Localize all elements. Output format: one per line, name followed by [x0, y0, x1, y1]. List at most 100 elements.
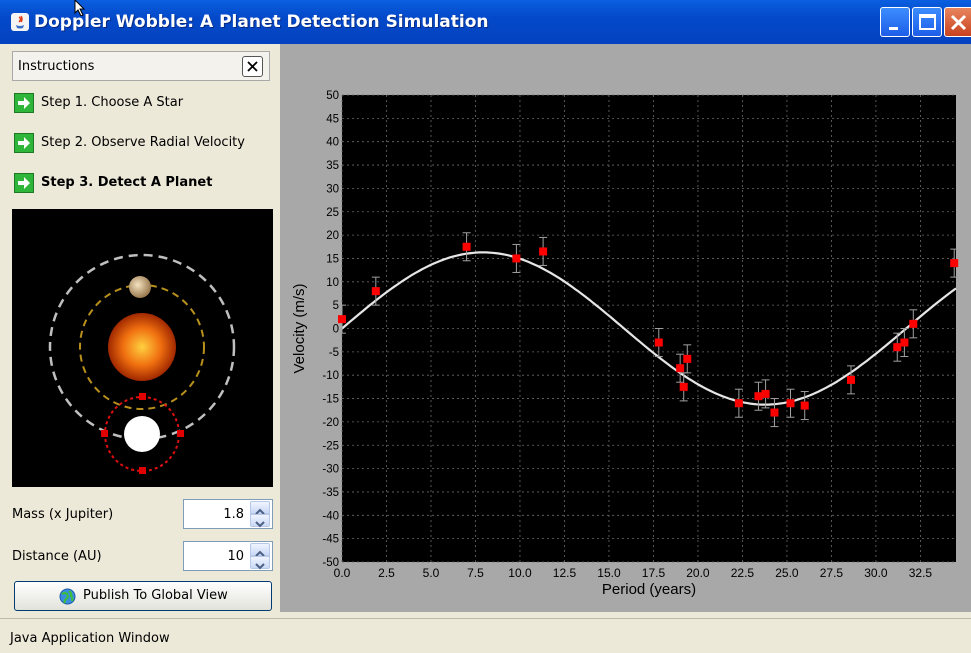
star-icon [108, 313, 176, 381]
y-tick-label: -40 [322, 510, 339, 522]
data-point [761, 389, 770, 398]
window-titlebar: Doppler Wobble: A Planet Detection Simul… [0, 0, 971, 44]
y-tick-label: 15 [326, 253, 339, 265]
data-point [846, 375, 855, 384]
mass-value[interactable]: 1.8 [223, 507, 244, 522]
x-tick-label: 25.0 [775, 566, 799, 580]
mass-spinner-arrows [250, 501, 270, 528]
main-content: Instructions Step 1. Choose A Star Step … [0, 44, 971, 618]
mass-spinner[interactable]: 1.8 [183, 499, 273, 529]
x-tick-label: 10.0 [508, 566, 532, 580]
step-arrow-icon [14, 93, 34, 113]
data-point [676, 364, 685, 373]
x-tick-label: 7.5 [467, 566, 484, 580]
velocity-chart[interactable]: 50454035302520151050-5-10-15-20-25-30-35… [280, 44, 971, 612]
handle-left[interactable] [101, 430, 108, 437]
data-point [950, 259, 959, 268]
y-tick-label: -10 [322, 370, 339, 382]
handle-bottom[interactable] [139, 467, 146, 474]
mouse-cursor-icon [74, 0, 90, 20]
minimize-icon[interactable] [880, 7, 910, 37]
java-icon [11, 13, 29, 31]
close-icon [247, 61, 258, 72]
y-tick-label: 20 [326, 230, 339, 242]
x-axis-label: Period (years) [602, 581, 696, 598]
y-tick-label: 30 [326, 183, 339, 195]
distance-spinner[interactable]: 10 [183, 541, 273, 571]
data-point [338, 315, 346, 324]
y-tick-label: -45 [322, 534, 339, 546]
y-tick-label: 45 [326, 113, 339, 125]
y-tick-label: 0 [333, 324, 339, 336]
maximize-icon[interactable] [912, 7, 942, 37]
distance-label: Distance (AU) [12, 549, 102, 564]
y-tick-label: -15 [322, 394, 339, 406]
data-point [539, 247, 548, 256]
spin-up-icon[interactable] [250, 543, 270, 557]
y-axis-label: Velocity (m/s) [291, 283, 308, 373]
y-tick-label: 25 [326, 207, 339, 219]
instructions-label: Instructions [18, 59, 95, 74]
y-tick-label: -35 [322, 487, 339, 499]
control-panel: Instructions Step 1. Choose A Star Step … [0, 44, 280, 618]
data-point [754, 392, 763, 401]
instructions-header: Instructions [12, 51, 270, 81]
distance-spinner-arrows [250, 543, 270, 570]
y-tick-label: -20 [322, 417, 339, 429]
data-point [679, 382, 688, 391]
step-3-label: Step 3. Detect A Planet [41, 175, 213, 190]
mass-label: Mass (x Jupiter) [12, 507, 114, 522]
observer-marker[interactable] [124, 416, 160, 452]
x-tick-label: 27.5 [820, 566, 844, 580]
publish-button[interactable]: Publish To Global View [14, 581, 272, 611]
data-point [512, 254, 521, 263]
globe-icon [59, 588, 76, 605]
x-tick-label: 0.0 [334, 566, 351, 580]
data-point [770, 408, 779, 417]
y-tick-label: -25 [322, 440, 339, 452]
step-1-label: Step 1. Choose A Star [41, 95, 184, 110]
data-point [683, 354, 692, 363]
status-text: Java Application Window [10, 631, 170, 646]
data-point [734, 399, 743, 408]
data-point [893, 343, 902, 352]
x-tick-label: 30.0 [864, 566, 888, 580]
handle-top[interactable] [139, 393, 146, 400]
window-title: Doppler Wobble: A Planet Detection Simul… [34, 12, 489, 32]
y-tick-label: 10 [326, 277, 339, 289]
planet-icon [129, 276, 151, 298]
step-arrow-icon [14, 133, 34, 153]
data-point [371, 287, 380, 296]
y-tick-label: 35 [326, 160, 339, 172]
distance-value[interactable]: 10 [227, 549, 244, 564]
y-axis-ticks: 50454035302520151050-5-10-15-20-25-30-35… [322, 90, 339, 569]
close-icon[interactable] [944, 7, 971, 37]
data-point [909, 319, 918, 328]
x-tick-label: 22.5 [731, 566, 755, 580]
handle-right[interactable] [177, 430, 184, 437]
x-axis-ticks: 0.0 2.5 5.0 7.5 10.0 12.5 15.0 17.5 20.0 22.5 25.0… [334, 566, 933, 580]
y-tick-label: 50 [326, 90, 339, 102]
data-point [800, 401, 809, 410]
x-tick-label: 20.0 [686, 566, 710, 580]
x-tick-label: 17.5 [642, 566, 666, 580]
x-tick-label: 12.5 [553, 566, 577, 580]
data-point [786, 399, 795, 408]
step-2-label: Step 2. Observe Radial Velocity [41, 135, 245, 150]
spin-down-icon[interactable] [250, 556, 270, 570]
x-tick-label: 15.0 [597, 566, 621, 580]
y-tick-label: -30 [322, 464, 339, 476]
y-tick-label: 5 [333, 300, 339, 312]
x-tick-label: 32.5 [909, 566, 933, 580]
status-bar: Java Application Window [0, 618, 971, 653]
x-tick-label: 5.0 [423, 566, 440, 580]
orbit-view[interactable] [12, 209, 273, 487]
spin-up-icon[interactable] [250, 501, 270, 515]
x-tick-label: 2.5 [378, 566, 395, 580]
spin-down-icon[interactable] [250, 514, 270, 528]
y-tick-label: -5 [329, 347, 339, 359]
data-point [900, 338, 909, 347]
step-arrow-icon [14, 173, 34, 193]
close-instructions-button[interactable] [242, 56, 263, 77]
y-tick-label: 40 [326, 137, 339, 149]
